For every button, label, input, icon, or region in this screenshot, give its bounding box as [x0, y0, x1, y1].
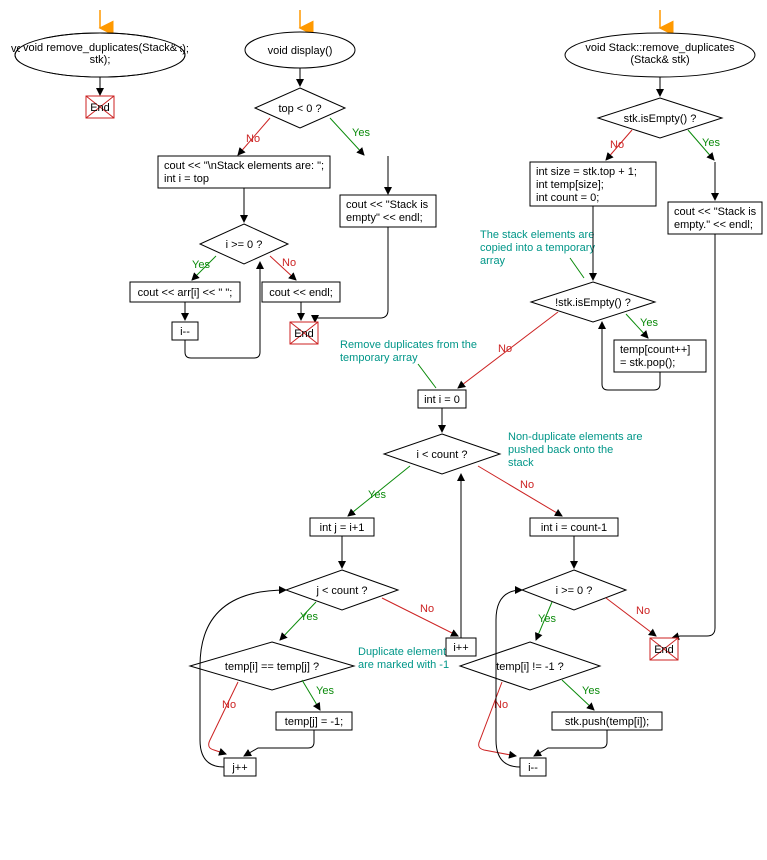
svg-text:i--: i--: [528, 762, 538, 774]
svg-text:void Stack::remove_duplicates: void Stack::remove_duplicates: [585, 42, 735, 54]
svg-text:top < 0 ?: top < 0 ?: [278, 103, 321, 115]
svg-text:temp[i] != -1 ?: temp[i] != -1 ?: [496, 661, 564, 673]
svg-text:int i = count-1: int i = count-1: [541, 522, 607, 534]
fc3-comment-push: Non-duplicate elements are: [508, 431, 643, 443]
svg-text:int count = 0;: int count = 0;: [536, 192, 599, 204]
svg-text:are marked with -1: are marked with -1: [358, 659, 449, 671]
svg-text:No: No: [498, 343, 512, 355]
svg-text:Yes: Yes: [192, 259, 210, 271]
svg-text:int size = stk.top + 1;: int size = stk.top + 1;: [536, 166, 637, 178]
flowchart-canvas: void remove_duplicates(Stack& stk); stk)…: [0, 0, 767, 860]
svg-text:j++: j++: [231, 762, 247, 774]
svg-text:No: No: [610, 139, 624, 151]
fc1-end: End: [86, 96, 114, 118]
svg-text:int i = 0: int i = 0: [424, 394, 460, 406]
svg-text:array: array: [480, 255, 506, 267]
svg-text:Yes: Yes: [582, 685, 600, 697]
svg-text:void display(): void display(): [268, 45, 333, 57]
fc2-end: End: [290, 322, 318, 344]
svg-text:Yes: Yes: [538, 613, 556, 625]
fc3-comment-copy: The stack elements are: [480, 229, 594, 241]
svg-text:End: End: [654, 644, 674, 656]
svg-text:stk.push(temp[i]);: stk.push(temp[i]);: [565, 716, 649, 728]
svg-text:Yes: Yes: [352, 127, 370, 139]
svg-text:copied into a temporary: copied into a temporary: [480, 242, 595, 254]
svg-text:temporary array: temporary array: [340, 352, 418, 364]
svg-text:Yes: Yes: [702, 137, 720, 149]
svg-text:No: No: [520, 479, 534, 491]
svg-text:End: End: [294, 328, 314, 340]
svg-text:empty." << endl;: empty." << endl;: [674, 219, 753, 231]
svg-text:cout << endl;: cout << endl;: [269, 287, 333, 299]
fc3-comment-remove: Remove duplicates from the: [340, 339, 477, 351]
svg-text:No: No: [282, 257, 296, 269]
svg-text:Yes: Yes: [640, 317, 658, 329]
svg-text:int j = i+1: int j = i+1: [320, 522, 365, 534]
svg-text:int i = top: int i = top: [164, 173, 209, 185]
svg-text:i < count ?: i < count ?: [416, 449, 467, 461]
fc3-end: End: [650, 638, 678, 660]
svg-text:stk.isEmpty() ?: stk.isEmpty() ?: [624, 113, 697, 125]
svg-text:int temp[size];: int temp[size];: [536, 179, 604, 191]
svg-text:= stk.pop();: = stk.pop();: [620, 357, 675, 369]
fc3-comment-mark: Duplicate elements: [358, 646, 452, 658]
svg-text:i++: i++: [453, 642, 468, 654]
svg-text:(Stack& stk): (Stack& stk): [630, 54, 689, 66]
svg-text:temp[i] == temp[j] ?: temp[i] == temp[j] ?: [225, 661, 319, 673]
svg-text:i--: i--: [180, 326, 190, 338]
svg-text:empty" << endl;: empty" << endl;: [346, 212, 423, 224]
svg-text:No: No: [636, 605, 650, 617]
svg-text:cout << "Stack is: cout << "Stack is: [346, 199, 429, 211]
svg-text:cout << "\nStack elements are:: cout << "\nStack elements are: ";: [164, 160, 324, 172]
svg-text:Yes: Yes: [368, 489, 386, 501]
svg-text:temp[count++]: temp[count++]: [620, 344, 690, 356]
svg-text:void remove_duplicates(Stack&: void remove_duplicates(Stack&: [23, 42, 178, 54]
svg-text:stack: stack: [508, 457, 534, 469]
svg-text:Yes: Yes: [316, 685, 334, 697]
svg-text:pushed back onto the: pushed back onto the: [508, 444, 613, 456]
svg-text:cout << "Stack is: cout << "Stack is: [674, 206, 757, 218]
svg-text:i >= 0 ?: i >= 0 ?: [556, 585, 593, 597]
svg-text:!stk.isEmpty() ?: !stk.isEmpty() ?: [555, 297, 631, 309]
svg-text:stk);: stk);: [90, 54, 111, 66]
svg-text:i >= 0 ?: i >= 0 ?: [226, 239, 263, 251]
svg-text:End: End: [90, 102, 110, 114]
svg-text:Yes: Yes: [300, 611, 318, 623]
svg-text:temp[j] = -1;: temp[j] = -1;: [285, 716, 343, 728]
svg-text:No: No: [420, 603, 434, 615]
svg-text:j < count ?: j < count ?: [315, 585, 367, 597]
svg-text:No: No: [246, 133, 260, 145]
svg-text:cout << arr[i] << " ";: cout << arr[i] << " ";: [138, 287, 233, 299]
